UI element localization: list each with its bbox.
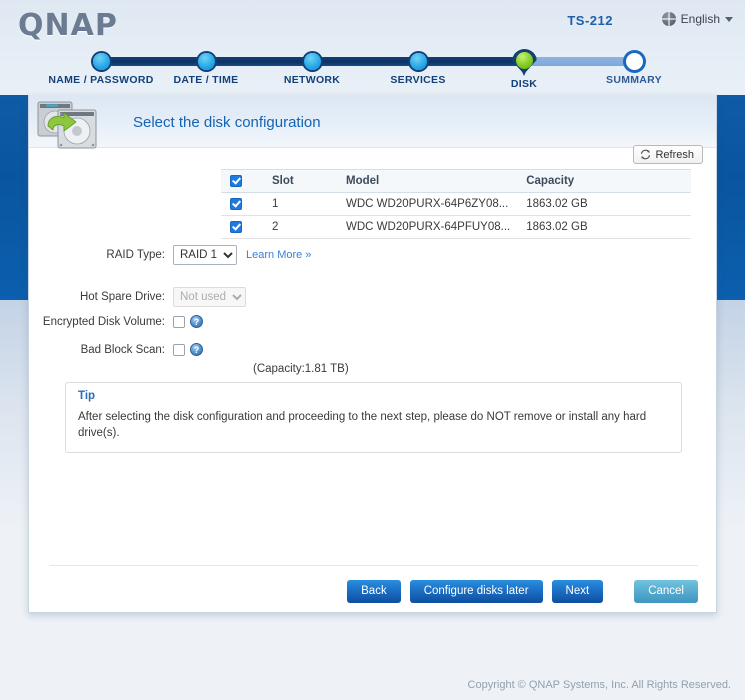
column-header-model: Model — [338, 169, 519, 193]
tip-text: After selecting the disk configuration a… — [78, 411, 647, 440]
disk-configuration-panel: Select the disk configuration Refresh Sl… — [28, 95, 717, 613]
panel-title-bar: Select the disk configuration — [29, 95, 716, 148]
disk-list-table: Slot Model Capacity 1 WDC WD20PURX-64P6Z… — [221, 169, 691, 239]
wizard-step-services[interactable]: SERVICES — [358, 48, 478, 86]
step-dot — [409, 53, 427, 70]
step-dot — [197, 53, 215, 70]
wizard-step-summary[interactable]: SUMMARY — [574, 48, 694, 86]
step-label: NAME / PASSWORD — [48, 74, 154, 86]
footer-divider — [49, 565, 698, 566]
left-blue-band — [0, 95, 30, 300]
table-row[interactable]: 2 WDC WD20PURX-64PFUY08... 1863.02 GB — [221, 215, 691, 239]
row-checkbox[interactable] — [230, 220, 242, 233]
configure-disks-later-button[interactable]: Configure disks later — [409, 580, 543, 603]
chevron-down-icon — [725, 16, 733, 22]
wizard-step-name-password[interactable]: NAME / PASSWORD — [41, 48, 161, 86]
bad-block-scan-checkbox[interactable] — [173, 343, 185, 356]
row-select-cell[interactable] — [221, 215, 264, 239]
cell-capacity: 1863.02 GB — [518, 192, 691, 216]
cell-model: WDC WD20PURX-64PFUY08... — [338, 215, 519, 239]
wizard-button-bar: Back Configure disks later Next Cancel — [347, 580, 698, 603]
next-button[interactable]: Next — [551, 580, 604, 603]
row-checkbox[interactable] — [230, 197, 242, 210]
copyright-footer: Copyright © QNAP Systems, Inc. All Right… — [467, 679, 731, 691]
refresh-button[interactable]: Refresh — [633, 145, 703, 164]
cell-model: WDC WD20PURX-64P6ZY08... — [338, 192, 519, 216]
cancel-button[interactable]: Cancel — [634, 580, 698, 603]
back-button[interactable]: Back — [347, 580, 401, 603]
step-dot — [303, 53, 321, 70]
tip-title: Tip — [78, 390, 96, 402]
table-row[interactable]: 1 WDC WD20PURX-64P6ZY08... 1863.02 GB — [221, 192, 691, 216]
select-all-header[interactable] — [221, 169, 264, 193]
help-icon[interactable]: ? — [190, 315, 203, 328]
bad-block-scan-label: Bad Block Scan: — [80, 343, 165, 356]
qnap-logo: QNAP — [18, 8, 118, 43]
hot-spare-label: Hot Spare Drive: — [79, 291, 165, 303]
raid-capacity-note: (Capacity:1.81 TB) — [253, 363, 349, 375]
table-header-row: Slot Model Capacity — [221, 169, 691, 193]
encrypted-volume-checkbox[interactable] — [173, 315, 185, 328]
wizard-step-disk[interactable]: DISK — [464, 48, 584, 90]
encrypted-volume-row: Encrypted Disk Volume: ? — [29, 315, 203, 328]
tip-box: Tip After selecting the disk configurati… — [65, 382, 682, 454]
language-selector[interactable]: English — [661, 12, 733, 26]
step-label: NETWORK — [283, 74, 341, 86]
column-header-capacity: Capacity — [518, 169, 691, 193]
step-label: DISK — [510, 78, 538, 90]
refresh-label: Refresh — [655, 148, 694, 161]
wizard-step-network[interactable]: NETWORK — [252, 48, 372, 86]
step-label: SUMMARY — [606, 74, 662, 86]
right-band-fade — [715, 300, 745, 530]
step-label: SERVICES — [390, 74, 446, 86]
raid-type-row: RAID Type: RAID 1 Learn More » — [29, 245, 311, 265]
cell-slot: 2 — [264, 215, 338, 239]
raid-type-select[interactable]: RAID 1 — [173, 245, 237, 265]
step-dot — [625, 53, 643, 70]
wizard-step-progress: NAME / PASSWORD DATE / TIME NETWORK SERV… — [0, 48, 745, 96]
wizard-step-date-time[interactable]: DATE / TIME — [146, 48, 266, 86]
raid-type-label: RAID Type: — [106, 249, 165, 261]
help-icon[interactable]: ? — [190, 343, 203, 356]
refresh-icon — [641, 149, 651, 160]
language-label: English — [680, 12, 720, 26]
right-blue-band — [715, 95, 745, 300]
bad-block-scan-row: Bad Block Scan: ? — [29, 343, 203, 356]
step-dot — [92, 53, 110, 70]
hard-disk-configuration-icon — [37, 101, 97, 149]
page-title: Select the disk configuration — [133, 114, 321, 131]
row-select-cell[interactable] — [221, 192, 264, 216]
hot-spare-select[interactable]: Not used — [173, 287, 246, 307]
device-model-label: TS-212 — [567, 13, 613, 28]
cell-slot: 1 — [264, 192, 338, 216]
select-all-checkbox[interactable] — [230, 174, 242, 187]
hot-spare-row: Hot Spare Drive: Not used — [29, 287, 246, 307]
current-step-pin-icon — [511, 49, 537, 76]
encrypted-volume-label: Encrypted Disk Volume: — [42, 315, 165, 328]
globe-icon — [661, 12, 676, 26]
cell-capacity: 1863.02 GB — [518, 215, 691, 239]
column-header-slot: Slot — [264, 169, 338, 193]
learn-more-link[interactable]: Learn More » — [246, 249, 311, 261]
step-label: DATE / TIME — [173, 74, 239, 86]
left-band-fade — [0, 300, 30, 530]
